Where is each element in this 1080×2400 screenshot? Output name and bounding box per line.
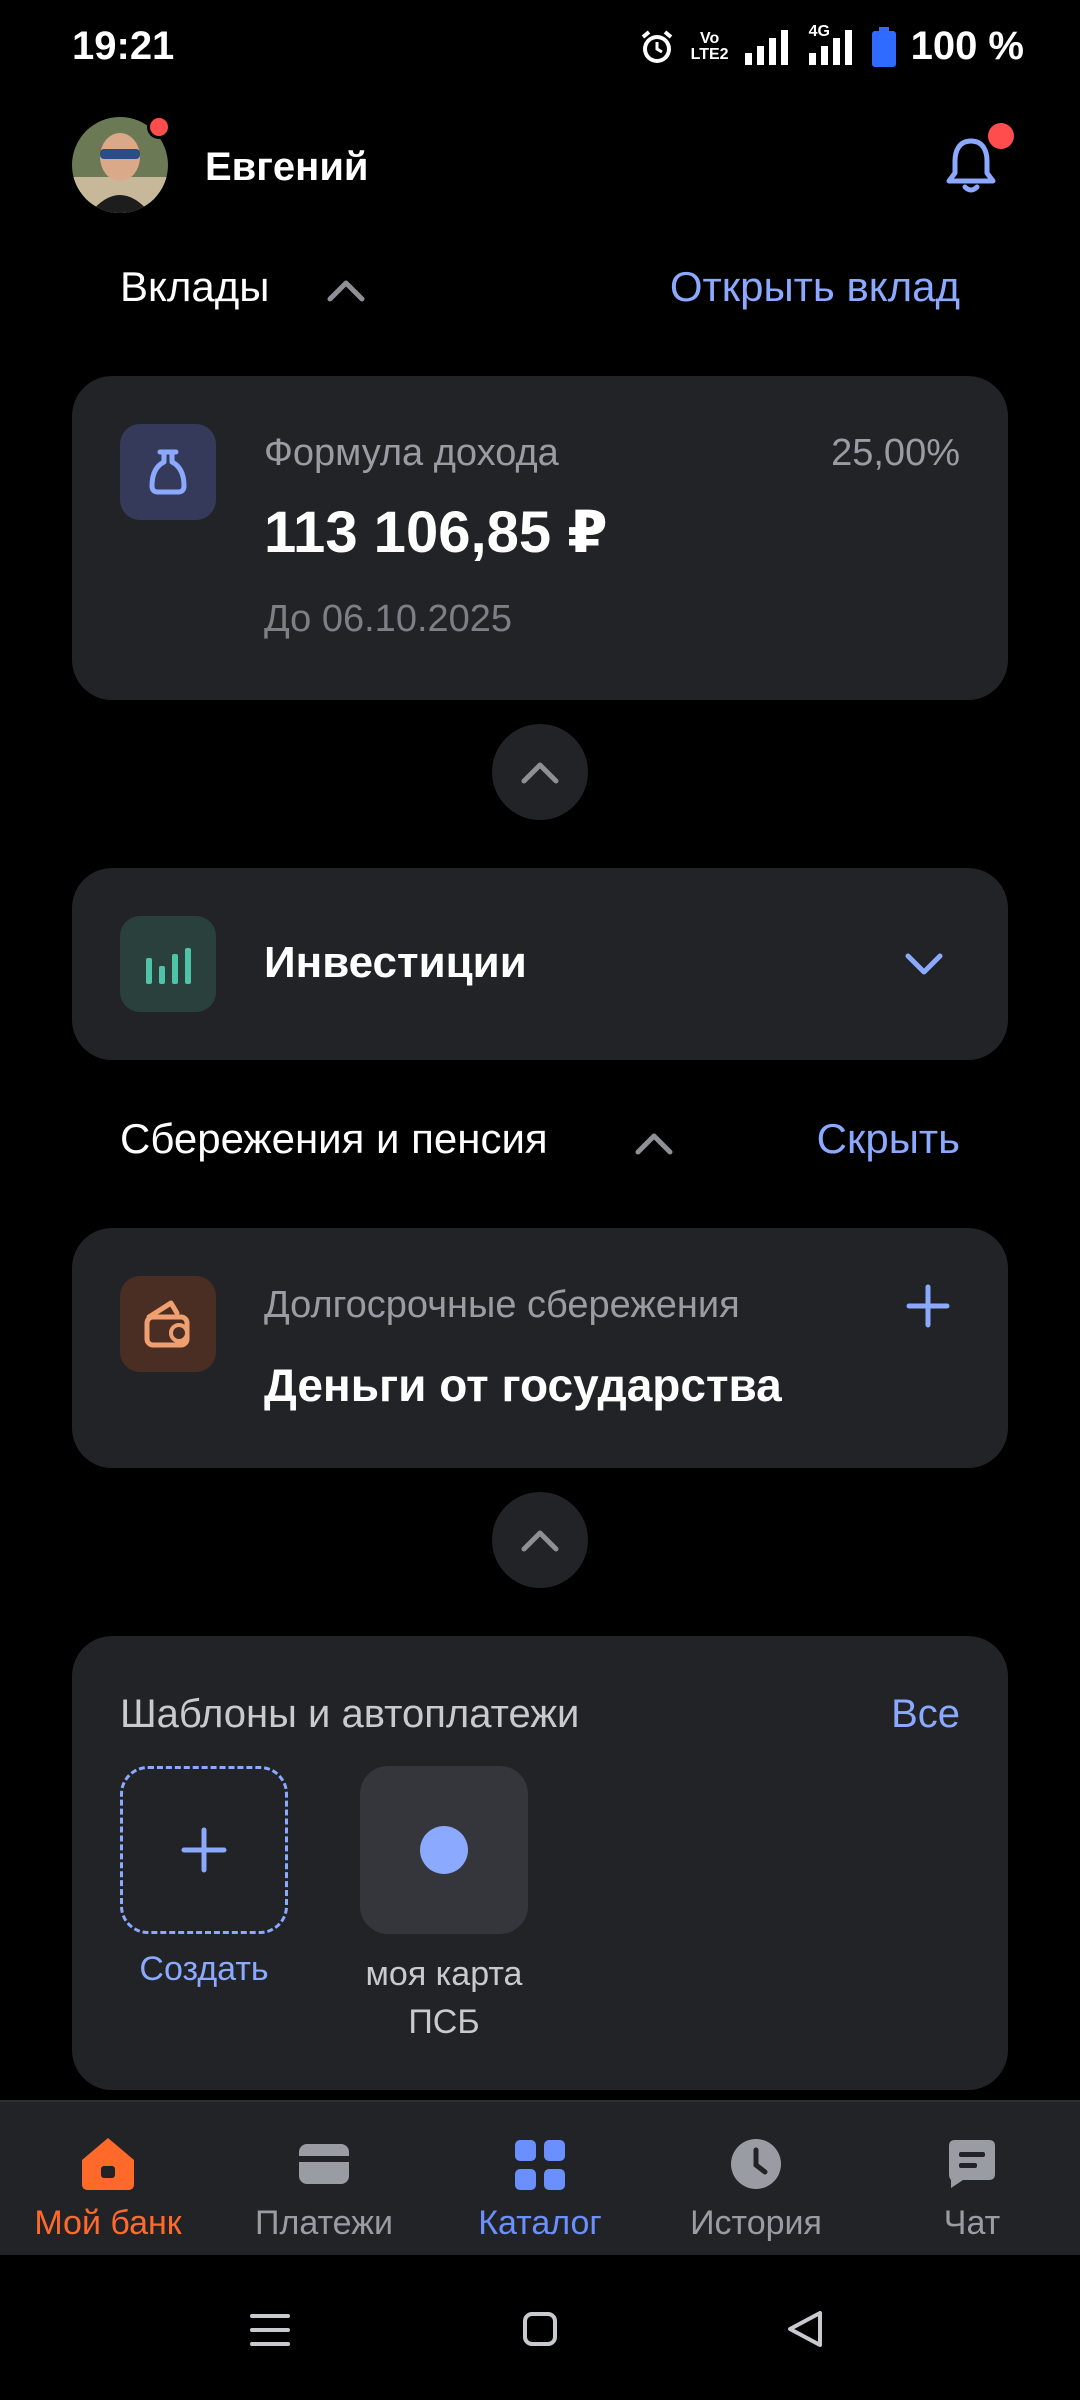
grid-icon <box>515 2140 565 2190</box>
bar-chart-icon <box>120 916 216 1012</box>
status-bar: 19:21 Vo LTE2 4G 100 % <box>0 0 1080 100</box>
deposits-title: Вклады <box>120 263 270 310</box>
investments-card[interactable]: Инвестиции <box>72 868 1008 1060</box>
deposit-rate: 25,00% <box>831 432 960 474</box>
nav-label: История <box>690 2204 822 2242</box>
nav-label: Каталог <box>478 2204 602 2242</box>
deposit-until: До 06.10.2025 <box>264 598 513 640</box>
deposit-card[interactable]: Формула дохода 25,00% 113 106,85 ₽ До 06… <box>72 376 1008 700</box>
nav-my-bank[interactable]: Мой банк <box>0 2102 216 2255</box>
chevron-up-icon[interactable] <box>326 277 366 303</box>
nav-label: Платежи <box>255 2204 393 2242</box>
chevron-up-icon[interactable] <box>634 1130 674 1156</box>
signal-icon <box>744 29 788 65</box>
avatar-notification-dot <box>147 115 171 139</box>
plus-icon <box>181 1827 227 1873</box>
volte-indicator: Vo LTE2 <box>690 29 729 63</box>
status-icons: Vo LTE2 4G 100 % <box>637 23 1024 69</box>
home-icon <box>82 2138 134 2190</box>
recents-menu-icon[interactable] <box>250 2313 290 2347</box>
collapse-savings-button[interactable] <box>492 1492 588 1588</box>
battery-icon <box>871 26 896 67</box>
back-icon[interactable] <box>786 2309 826 2349</box>
chevron-up-icon <box>521 762 559 784</box>
user-name[interactable]: Евгений <box>205 145 369 190</box>
piggy-bag-icon <box>120 424 216 520</box>
chat-icon <box>949 2140 995 2188</box>
nav-label: Мой банк <box>34 2204 182 2242</box>
savings-name: Деньги от государства <box>264 1359 782 1411</box>
template-card-icon <box>420 1826 468 1874</box>
clock-icon <box>731 2139 781 2189</box>
savings-subtitle: Долгосрочные сбережения <box>264 1284 740 1326</box>
nav-catalog[interactable]: Каталог <box>432 2102 648 2255</box>
nav-history[interactable]: История <box>648 2102 864 2255</box>
wallet-icon <box>120 1276 216 1372</box>
plus-icon[interactable] <box>906 1284 950 1328</box>
bottom-nav: Мой банк Платежи Каталог История Чат <box>0 2100 1080 2255</box>
nav-payments[interactable]: Платежи <box>216 2102 432 2255</box>
status-time: 19:21 <box>72 24 175 68</box>
wallet-icon <box>299 2144 349 2184</box>
template-item-label: моя карта ПСБ <box>365 1955 523 2041</box>
hide-savings-link[interactable]: Скрыть <box>817 1115 960 1163</box>
savings-card[interactable]: Долгосрочные сбережения Деньги от госуда… <box>72 1228 1008 1468</box>
home-square-icon[interactable] <box>522 2311 558 2347</box>
create-template-button[interactable] <box>120 1766 288 1934</box>
open-deposit-link[interactable]: Открыть вклад <box>670 263 960 311</box>
system-nav-bar <box>0 2255 1080 2400</box>
templates-title: Шаблоны и автоплатежи <box>120 1692 580 1736</box>
signal-4g: 4G <box>807 23 857 65</box>
savings-title: Сбережения и пенсия <box>120 1115 548 1162</box>
collapse-deposits-button[interactable] <box>492 724 588 820</box>
nav-chat[interactable]: Чат <box>864 2102 1080 2255</box>
investments-title: Инвестиции <box>264 938 527 987</box>
chevron-up-icon <box>521 1530 559 1552</box>
network-type: 4G <box>808 22 830 40</box>
bell-notification-dot <box>988 123 1014 149</box>
templates-all-link[interactable]: Все <box>891 1692 960 1737</box>
nav-label: Чат <box>943 2204 1001 2242</box>
templates-card: Шаблоны и автоплатежи Все Создать моя ка… <box>72 1636 1008 2090</box>
battery-percent: 100 % <box>910 24 1024 68</box>
deposit-amount: 113 106,85 ₽ <box>264 500 608 565</box>
chevron-down-icon[interactable] <box>904 952 944 978</box>
create-template-label[interactable]: Создать <box>120 1950 288 1989</box>
deposit-name: Формула дохода <box>264 432 559 474</box>
alarm-icon <box>641 29 672 63</box>
template-item[interactable] <box>360 1766 528 1934</box>
